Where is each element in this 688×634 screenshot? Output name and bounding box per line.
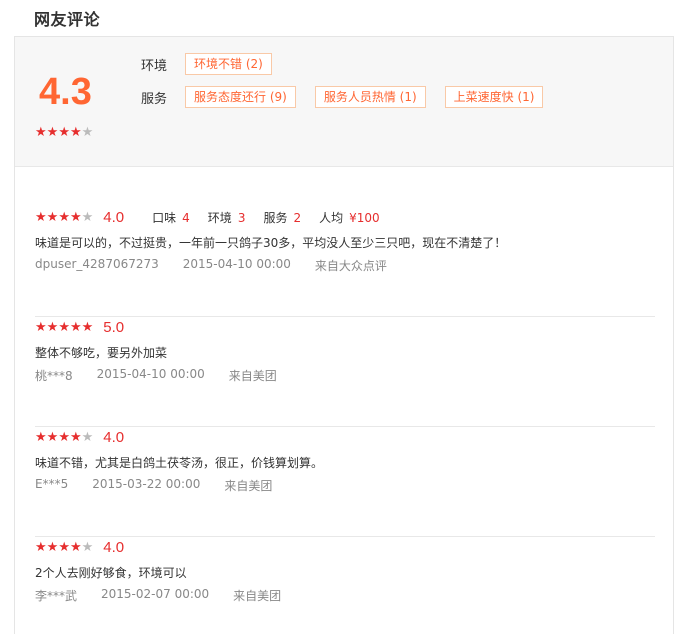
tag-group-environment: 环境 环境不错 (2) <box>141 53 291 75</box>
review-text: 2个人去刚好够食，环境可以 <box>35 566 187 580</box>
tag-service-ok[interactable]: 服务态度还行 (9) <box>185 86 296 108</box>
star-icon: ★ <box>69 539 82 555</box>
review-item: ★ ★ ★ ★ ★ 4.0 味道不错，尤其是白鸽土茯苓汤，很正，价钱算划算。 E***5… <box>35 427 655 537</box>
review-score: 5.0 <box>103 318 125 336</box>
star-icon: ★ <box>46 429 59 445</box>
tag-group-service: 服务 服务态度还行 (9) 服务人员热情 (1) 上菜速度快 (1) <box>141 86 562 108</box>
tag-staff-friendly[interactable]: 服务人员热情 (1) <box>314 86 426 108</box>
reviews-panel: 4.3 ★ ★ ★ ★ ★ 环境 环境不错 (2) 服务 服务态度还行 (9) 服务人员… <box>14 36 674 634</box>
review-score: 4.0 <box>103 428 125 446</box>
review-item: ★ ★ ★ ★ ★ 4.0 2个人去刚好够食，环境可以 李***武 2015-02-07… <box>35 537 655 634</box>
review-user: dpuser_4287067273 <box>35 257 159 271</box>
review-source: 来自美团 <box>224 479 273 493</box>
star-icon: ★ <box>46 209 59 225</box>
star-icon: ★ <box>81 539 94 555</box>
star-icon: ★ <box>81 125 94 140</box>
review-stars: ★ ★ ★ ★ ★ <box>35 541 93 554</box>
star-icon: ★ <box>58 539 70 555</box>
star-icon: ★ <box>69 429 82 445</box>
subscore-taste: 口味 4 <box>152 210 190 225</box>
review-stars: ★ ★ ★ ★ ★ <box>35 211 93 224</box>
review-meta: dpuser_4287067273 2015-04-10 00:00 来自大众点… <box>35 257 411 274</box>
review-date: 2015-04-10 00:00 <box>182 257 291 271</box>
star-icon: ★ <box>58 429 70 445</box>
star-icon: ★ <box>81 209 94 225</box>
star-icon: ★ <box>69 319 82 335</box>
star-icon: ★ <box>58 125 70 140</box>
star-icon: ★ <box>46 125 59 140</box>
star-icon: ★ <box>58 319 70 335</box>
star-icon: ★ <box>35 539 47 555</box>
review-user: 桃***8 <box>35 369 73 383</box>
review-source: 来自美团 <box>228 369 277 383</box>
review-stars: ★ ★ ★ ★ ★ <box>35 431 93 444</box>
review-source: 来自美团 <box>233 589 282 603</box>
tag-group-label: 环境 <box>141 58 168 74</box>
review-score: 4.0 <box>103 538 125 556</box>
review-meta: 桃***8 2015-04-10 00:00 来自美团 <box>35 367 301 384</box>
review-user: E***5 <box>35 477 69 491</box>
review-item: ★ ★ ★ ★ ★ 4.0 口味 4 环境 3 服务 2 人均 ¥100 味道是可以的，不过挺贵… <box>35 207 655 317</box>
star-icon: ★ <box>46 539 59 555</box>
review-date: 2015-02-07 00:00 <box>101 587 210 601</box>
review-text: 味道是可以的，不过挺贵，一年前一只鸽子30多，平均没人至少三只吧，现在不清楚了！ <box>35 236 507 250</box>
tag-environment-good[interactable]: 环境不错 (2) <box>185 53 272 75</box>
subscore-avg-price: 人均 ¥100 <box>319 210 380 225</box>
star-icon: ★ <box>81 429 94 445</box>
review-source: 来自大众点评 <box>314 259 387 273</box>
star-icon: ★ <box>58 209 70 225</box>
star-icon: ★ <box>81 319 94 335</box>
review-meta: E***5 2015-03-22 00:00 来自美团 <box>35 477 296 494</box>
tag-fast-serving[interactable]: 上菜速度快 (1) <box>444 86 544 108</box>
star-icon: ★ <box>46 319 59 335</box>
review-user: 李***武 <box>35 589 78 603</box>
subscore-environment: 环境 3 <box>207 210 246 225</box>
section-title: 网友评论 <box>34 10 101 29</box>
review-score: 4.0 <box>103 208 125 226</box>
review-stars: ★ ★ ★ ★ ★ <box>35 321 93 334</box>
overall-score: 4.3 <box>39 71 92 113</box>
tag-group-label: 服务 <box>141 91 168 107</box>
review-meta: 李***武 2015-02-07 00:00 来自美团 <box>35 587 305 604</box>
review-date: 2015-03-22 00:00 <box>92 477 201 491</box>
review-text: 整体不够吃，要另外加菜 <box>35 346 168 360</box>
star-icon: ★ <box>35 319 47 335</box>
overall-stars: ★ ★ ★ ★ ★ <box>35 126 93 139</box>
rating-summary: 4.3 ★ ★ ★ ★ ★ 环境 环境不错 (2) 服务 服务态度还行 (9) 服务人员… <box>15 37 673 167</box>
star-icon: ★ <box>35 209 47 225</box>
star-icon: ★ <box>35 429 47 445</box>
star-icon: ★ <box>69 125 82 140</box>
review-text: 味道不错，尤其是白鸽土茯苓汤，很正，价钱算划算。 <box>35 456 324 470</box>
star-icon: ★ <box>35 125 47 140</box>
star-icon: ★ <box>69 209 82 225</box>
review-date: 2015-04-10 00:00 <box>96 367 205 381</box>
subscore-service: 服务 2 <box>263 210 302 225</box>
review-item: ★ ★ ★ ★ ★ 5.0 整体不够吃，要另外加菜 桃***8 2015-04-10 0… <box>35 317 655 427</box>
